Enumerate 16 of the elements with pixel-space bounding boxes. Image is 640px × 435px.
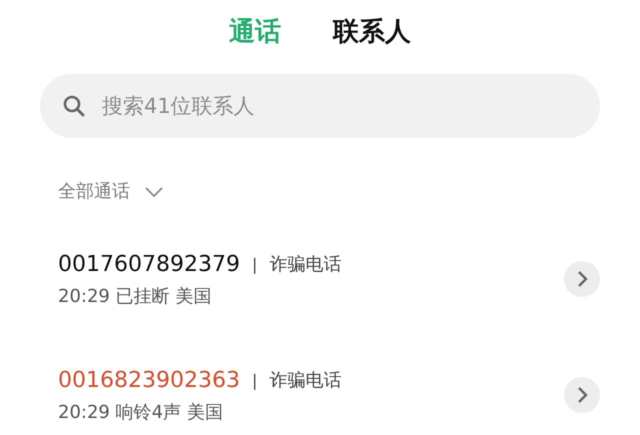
call-detail: 20:29 已挂断 美国 [58,285,212,309]
search-field[interactable]: 搜索41位联系人 [40,74,600,138]
search-icon [62,94,86,118]
chevron-down-icon[interactable] [144,186,164,198]
phone-number: 0016823902363 [58,367,240,395]
filter-label[interactable]: 全部通话 [58,178,130,205]
chevron-right-icon[interactable] [564,261,600,297]
call-tag: 诈骗电话 [269,367,342,394]
separator: | [252,254,258,276]
chevron-right-icon[interactable] [564,377,600,413]
tab[interactable]: 联系人 [333,12,411,52]
phone-number: 0017607892379 [58,251,240,279]
call-tag: 诈骗电话 [269,251,342,278]
tab[interactable]: 通话 [229,12,281,52]
call-detail: 20:29 响铃4声 美国 [58,401,224,425]
separator: | [252,370,258,392]
